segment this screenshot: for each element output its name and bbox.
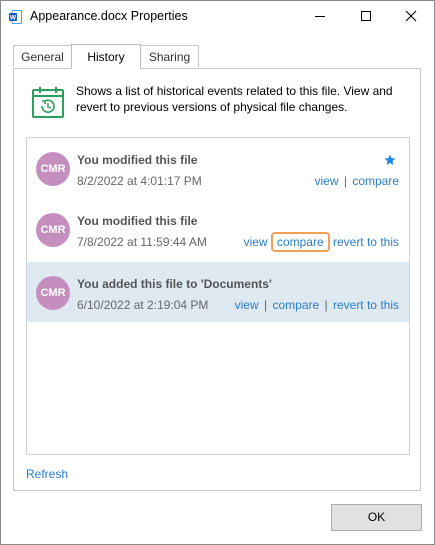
entry-actions: view | compare	[314, 174, 399, 188]
ok-button[interactable]: OK	[331, 504, 422, 531]
revert-link[interactable]: revert to this	[333, 298, 399, 312]
properties-window: W Appearance.docx Properties General His…	[0, 0, 435, 545]
separator: |	[343, 174, 347, 188]
compare-link[interactable]: compare	[270, 232, 330, 252]
history-panel: Shows a list of historical events relate…	[13, 68, 421, 491]
refresh-link[interactable]: Refresh	[26, 467, 68, 481]
separator: |	[264, 298, 268, 312]
entry-title: You added this file to 'Documents'	[77, 277, 272, 291]
maximize-icon	[361, 11, 371, 21]
revert-link[interactable]: revert to this	[333, 235, 399, 249]
history-description: Shows a list of historical events relate…	[76, 84, 393, 114]
separator: |	[324, 298, 328, 312]
tab-history[interactable]: History	[71, 44, 141, 69]
window-title: Appearance.docx Properties	[30, 9, 188, 23]
svg-text:W: W	[10, 15, 17, 22]
avatar: CMR	[36, 276, 70, 310]
history-entry[interactable]: CMR You modified this file 8/2/2022 at 4…	[27, 138, 409, 198]
close-button[interactable]	[388, 1, 434, 31]
view-link[interactable]: view	[314, 174, 338, 188]
history-entry[interactable]: CMR You modified this file 7/8/2022 at 1…	[27, 199, 409, 259]
view-link[interactable]: view	[244, 235, 268, 249]
maximize-button[interactable]	[343, 1, 389, 31]
minimize-icon	[315, 16, 325, 17]
avatar: CMR	[36, 213, 70, 247]
compare-link[interactable]: compare	[352, 174, 399, 188]
entry-actions: view | compare | revert to this	[235, 298, 399, 312]
history-list: CMR You modified this file 8/2/2022 at 4…	[26, 137, 410, 455]
title-bar: W Appearance.docx Properties	[1, 1, 434, 31]
minimize-button[interactable]	[297, 1, 343, 31]
close-icon	[405, 10, 417, 22]
entry-actions: view compare revert to this	[244, 232, 399, 252]
word-document-icon: W	[9, 10, 22, 24]
entry-title: You modified this file	[77, 153, 198, 167]
entry-date: 6/10/2022 at 2:19:04 PM	[77, 298, 209, 312]
tab-sharing[interactable]: Sharing	[140, 45, 199, 67]
entry-date: 7/8/2022 at 11:59:44 AM	[77, 235, 207, 249]
entry-title: You modified this file	[77, 214, 198, 228]
entry-date: 8/2/2022 at 4:01:17 PM	[77, 174, 202, 188]
avatar: CMR	[36, 152, 70, 186]
history-entry-selected[interactable]: CMR You added this file to 'Documents' 6…	[27, 262, 409, 322]
star-icon[interactable]	[384, 154, 396, 166]
tab-general[interactable]: General	[13, 45, 72, 67]
compare-link[interactable]: compare	[272, 298, 319, 312]
calendar-history-icon	[32, 87, 64, 118]
view-link[interactable]: view	[235, 298, 259, 312]
